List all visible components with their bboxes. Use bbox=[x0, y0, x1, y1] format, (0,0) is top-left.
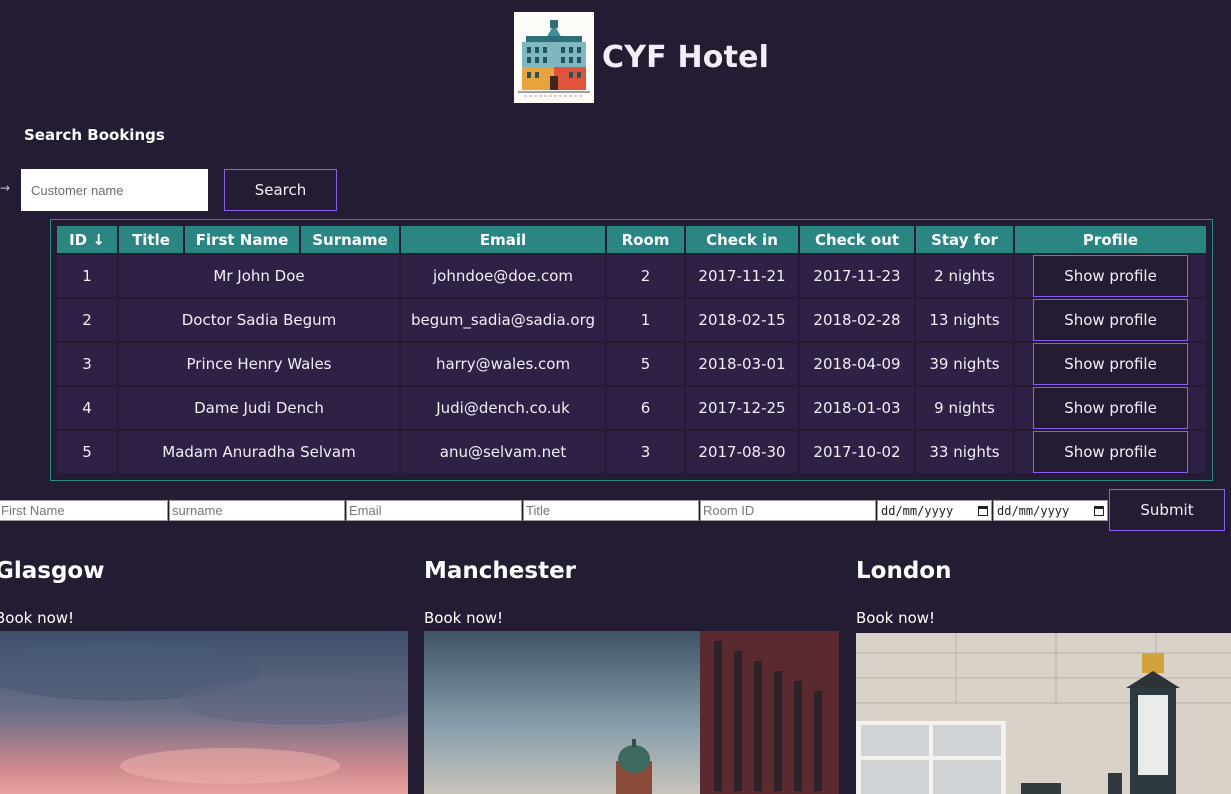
check-in-date-field[interactable]: dd/mm/yyyy bbox=[877, 500, 992, 521]
calendar-icon[interactable] bbox=[978, 505, 988, 516]
cell-profile: Show profile bbox=[1015, 299, 1206, 341]
cell-id: 4 bbox=[57, 387, 117, 429]
column-header-check-in: Check in bbox=[686, 226, 798, 253]
show-profile-button[interactable]: Show profile bbox=[1033, 431, 1188, 473]
city-name: London bbox=[856, 558, 952, 584]
city-name: Glasgow bbox=[0, 558, 105, 584]
cell-name: Mr John Doe bbox=[119, 255, 399, 297]
date-placeholder: dd/mm/yyyy bbox=[881, 503, 954, 518]
cell-room: 2 bbox=[607, 255, 684, 297]
cell-name: Doctor Sadia Begum bbox=[119, 299, 399, 341]
cell-email: harry@wales.com bbox=[401, 343, 605, 385]
hotel-logo bbox=[514, 12, 594, 103]
cell-email: johndoe@doe.com bbox=[401, 255, 605, 297]
column-header-email: Email bbox=[401, 226, 605, 253]
check-out-date-field[interactable]: dd/mm/yyyy bbox=[993, 500, 1108, 521]
site-header: CYF Hotel bbox=[514, 12, 769, 103]
surname-field[interactable] bbox=[169, 500, 345, 521]
cell-room: 1 bbox=[607, 299, 684, 341]
cell-stay: 13 nights bbox=[916, 299, 1013, 341]
bookings-table: ID ↓ Title First Name Surname Email Room… bbox=[55, 224, 1208, 475]
cell-check-out: 2018-02-28 bbox=[800, 299, 914, 341]
city-card-glasgow: Glasgow Book now! bbox=[0, 555, 408, 627]
cell-id: 2 bbox=[57, 299, 117, 341]
column-header-stay-for: Stay for bbox=[916, 226, 1013, 253]
search-heading: Search Bookings bbox=[24, 126, 165, 144]
table-row[interactable]: 3 Prince Henry Wales harry@wales.com 5 2… bbox=[57, 343, 1206, 385]
show-profile-button[interactable]: Show profile bbox=[1033, 343, 1188, 385]
cell-stay: 33 nights bbox=[916, 431, 1013, 473]
arrow-icon: → bbox=[0, 181, 11, 195]
book-now-link[interactable]: Book now! bbox=[856, 609, 1231, 627]
column-header-check-out: Check out bbox=[800, 226, 914, 253]
cell-email: begum_sadia@sadia.org bbox=[401, 299, 605, 341]
glasgow-photo bbox=[0, 631, 408, 794]
city-card-manchester: Manchester Book now! bbox=[424, 555, 839, 627]
hotel-building-icon bbox=[514, 12, 594, 103]
table-row[interactable]: 4 Dame Judi Dench Judi@dench.co.uk 6 201… bbox=[57, 387, 1206, 429]
cell-check-in: 2017-12-25 bbox=[686, 387, 798, 429]
cell-check-in: 2018-03-01 bbox=[686, 343, 798, 385]
manchester-photo bbox=[424, 631, 839, 794]
book-now-link[interactable]: Book now! bbox=[424, 609, 839, 627]
cell-profile: Show profile bbox=[1015, 387, 1206, 429]
show-profile-button[interactable]: Show profile bbox=[1033, 255, 1188, 297]
cell-room: 3 bbox=[607, 431, 684, 473]
column-header-profile: Profile bbox=[1015, 226, 1206, 253]
calendar-icon[interactable] bbox=[1094, 505, 1104, 516]
customer-search-input[interactable] bbox=[21, 169, 208, 211]
book-now-link[interactable]: Book now! bbox=[0, 609, 408, 627]
title-field[interactable] bbox=[523, 500, 699, 521]
cell-profile: Show profile bbox=[1015, 431, 1206, 473]
cell-check-in: 2017-11-21 bbox=[686, 255, 798, 297]
cell-check-in: 2018-02-15 bbox=[686, 299, 798, 341]
cell-check-in: 2017-08-30 bbox=[686, 431, 798, 473]
city-card-london: London Book now! bbox=[856, 555, 1231, 627]
cell-email: Judi@dench.co.uk bbox=[401, 387, 605, 429]
cell-stay: 9 nights bbox=[916, 387, 1013, 429]
cell-check-out: 2017-11-23 bbox=[800, 255, 914, 297]
cell-email: anu@selvam.net bbox=[401, 431, 605, 473]
column-header-room: Room bbox=[607, 226, 684, 253]
city-name: Manchester bbox=[424, 558, 577, 584]
cell-id: 5 bbox=[57, 431, 117, 473]
table-header-row: ID ↓ Title First Name Surname Email Room… bbox=[57, 226, 1206, 253]
first-name-field[interactable] bbox=[0, 500, 168, 521]
table-row[interactable]: 5 Madam Anuradha Selvam anu@selvam.net 3… bbox=[57, 431, 1206, 473]
cell-profile: Show profile bbox=[1015, 255, 1206, 297]
email-field[interactable] bbox=[346, 500, 522, 521]
cell-id: 1 bbox=[57, 255, 117, 297]
cell-room: 6 bbox=[607, 387, 684, 429]
london-photo bbox=[856, 633, 1231, 794]
table-row[interactable]: 1 Mr John Doe johndoe@doe.com 2 2017-11-… bbox=[57, 255, 1206, 297]
cell-name: Dame Judi Dench bbox=[119, 387, 399, 429]
cell-name: Madam Anuradha Selvam bbox=[119, 431, 399, 473]
column-header-first-name: First Name bbox=[185, 226, 299, 253]
date-placeholder: dd/mm/yyyy bbox=[997, 503, 1070, 518]
cell-check-out: 2018-01-03 bbox=[800, 387, 914, 429]
cell-id: 3 bbox=[57, 343, 117, 385]
cell-stay: 39 nights bbox=[916, 343, 1013, 385]
show-profile-button[interactable]: Show profile bbox=[1033, 387, 1188, 429]
show-profile-button[interactable]: Show profile bbox=[1033, 299, 1188, 341]
cell-room: 5 bbox=[607, 343, 684, 385]
cell-name: Prince Henry Wales bbox=[119, 343, 399, 385]
column-header-surname: Surname bbox=[301, 226, 399, 253]
column-header-title: Title bbox=[119, 226, 183, 253]
cell-profile: Show profile bbox=[1015, 343, 1206, 385]
cell-stay: 2 nights bbox=[916, 255, 1013, 297]
room-id-field[interactable] bbox=[700, 500, 876, 521]
column-header-id[interactable]: ID ↓ bbox=[57, 226, 117, 253]
cell-check-out: 2018-04-09 bbox=[800, 343, 914, 385]
bookings-table-container: ID ↓ Title First Name Surname Email Room… bbox=[50, 219, 1213, 481]
page-title: CYF Hotel bbox=[602, 40, 770, 75]
submit-button[interactable]: Submit bbox=[1109, 489, 1225, 531]
cell-check-out: 2017-10-02 bbox=[800, 431, 914, 473]
search-button[interactable]: Search bbox=[224, 169, 337, 211]
table-row[interactable]: 2 Doctor Sadia Begum begum_sadia@sadia.o… bbox=[57, 299, 1206, 341]
